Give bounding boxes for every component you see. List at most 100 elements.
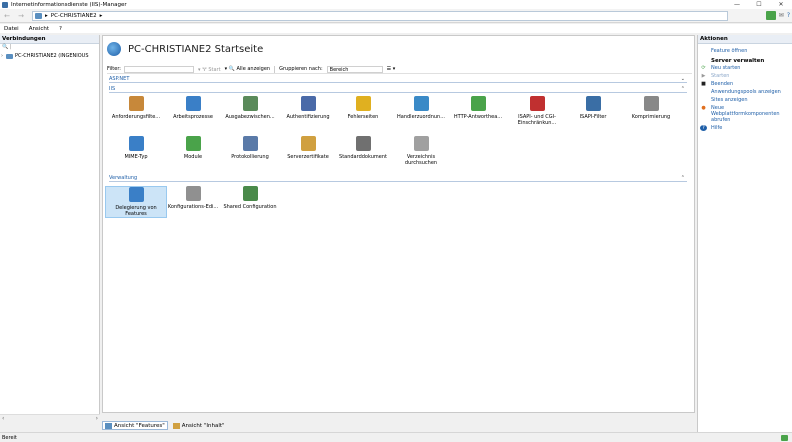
feature-label: Module	[183, 154, 203, 160]
feature-label: Authentifizierung	[286, 114, 330, 120]
back-button[interactable]: ←	[0, 11, 14, 21]
filter-bar: Filter: ▾ 🝖 Start ▾ 🔍 Alle anzeigen Grup…	[107, 65, 692, 74]
feature-label: ISAPI-Filter	[579, 114, 607, 120]
breadcrumb-server[interactable]: PC-CHRISTIANE2	[51, 13, 97, 19]
tab-label: Ansicht "Features"	[114, 422, 165, 429]
stop-icon: ■	[701, 81, 706, 87]
feature-item[interactable]: HTTP-Antworthea...	[447, 96, 509, 120]
tab-content-view[interactable]: Ansicht "Inhalt"	[171, 421, 227, 430]
address-path[interactable]: ▸ PC-CHRISTIANE2 ▸	[32, 11, 728, 21]
expand-icon[interactable]: ⌄	[681, 76, 685, 82]
feature-item[interactable]: Fehlerseiten	[332, 96, 394, 120]
feature-item[interactable]: Standarddokument	[332, 136, 394, 160]
tree-item-server[interactable]: › PC-CHRISTIANE2 (INGENIOUS	[0, 52, 99, 60]
feature-item[interactable]: Protokollierung	[219, 136, 281, 160]
scroll-left-icon[interactable]: ‹	[2, 415, 4, 423]
server-icon	[35, 13, 42, 19]
feature-label: Komprimierung	[631, 114, 671, 120]
feature-label: HTTP-Antworthea...	[453, 114, 503, 120]
group-aspnet[interactable]: ASP.NET ⌄	[109, 76, 687, 83]
modules-icon	[185, 136, 201, 151]
output-caching-icon	[242, 96, 258, 111]
worker-processes-icon	[185, 96, 201, 111]
config-editor-icon	[185, 186, 201, 201]
feature-item[interactable]: MIME-Typ	[105, 136, 167, 160]
page-header: PC-CHRISTIANE2 Startseite	[107, 42, 263, 56]
group-iis[interactable]: IIS ⌃	[109, 86, 687, 93]
group-by-select[interactable]: Bereich	[326, 65, 383, 73]
feature-item[interactable]: ISAPI-Filter	[562, 96, 624, 120]
action-start[interactable]: ▶ Starten	[698, 73, 792, 79]
feature-item[interactable]: Komprimierung	[620, 96, 682, 120]
action-stop[interactable]: ■ Beenden	[698, 81, 792, 87]
feature-label: Verzeichnis durchsuchen	[404, 154, 438, 166]
mail-icon[interactable]: ✉	[779, 11, 784, 20]
breadcrumb-chevron[interactable]: ▸	[100, 13, 103, 19]
logging-icon	[242, 136, 258, 151]
feature-item[interactable]: Ausgabezwischen...	[219, 96, 281, 120]
action-view-sites[interactable]: Sites anzeigen	[698, 97, 792, 103]
action-view-app-pools[interactable]: Anwendungspools anzeigen	[698, 89, 792, 95]
group-verwaltung[interactable]: Verwaltung ⌃	[109, 175, 687, 182]
start-filter-button[interactable]: ▾ 🝖 Start	[198, 64, 221, 74]
features-view: PC-CHRISTIANE2 Startseite Filter: ▾ 🝖 St…	[102, 35, 695, 430]
iis-app-icon	[2, 1, 8, 8]
actions-panel: Aktionen Feature öffnen Server verwalten…	[697, 35, 792, 432]
show-all-button[interactable]: ▾ 🔍 Alle anzeigen	[225, 66, 271, 72]
feature-item[interactable]: ISAPI- und CGI-Einschränkun...	[506, 96, 568, 126]
action-open-feature[interactable]: Feature öffnen	[698, 48, 792, 54]
go-icon[interactable]	[765, 11, 776, 20]
feature-item[interactable]: Module	[162, 136, 224, 160]
title-bar: Internetinformationsdienste (IIS)-Manage…	[0, 0, 792, 9]
filter-input[interactable]	[123, 65, 194, 73]
feature-item[interactable]: Handlerzuordnun...	[390, 96, 452, 120]
action-label: Anwendungspools anzeigen	[711, 89, 781, 95]
web-platform-icon: ●	[701, 105, 706, 111]
breadcrumb-separator: ▸	[45, 13, 48, 19]
menu-help[interactable]: ?	[59, 26, 62, 32]
feature-item-selected[interactable]: Delegierung von Features	[105, 186, 167, 218]
help-icon[interactable]: ?	[787, 11, 790, 20]
feature-label: Fehlerseiten	[347, 114, 379, 120]
menu-view[interactable]: Ansicht	[29, 26, 49, 32]
connections-scrollbar[interactable]: ‹ ›	[0, 414, 100, 422]
menu-file[interactable]: Datei	[4, 26, 19, 32]
feature-item[interactable]: Authentifizierung	[277, 96, 339, 120]
start-icon: ▶	[701, 73, 706, 79]
isapi-cgi-icon	[529, 96, 545, 111]
compression-icon	[643, 96, 659, 111]
action-get-web-platform[interactable]: ● Neue Webplattformkomponenten abrufen	[698, 105, 792, 123]
collapse-icon[interactable]: ⌃	[681, 175, 685, 181]
connections-toolbar[interactable]: 🔍 |	[0, 44, 99, 52]
features-view-icon	[105, 422, 112, 429]
view-mode-button[interactable]: ☰ ▾	[387, 66, 396, 72]
action-restart[interactable]: ⟳ Neu starten	[698, 65, 792, 71]
feature-item[interactable]: Konfigurations-Edi...	[162, 186, 224, 210]
feature-item[interactable]: Shared Configuration	[219, 186, 281, 210]
action-help[interactable]: ? Hilfe	[698, 125, 792, 131]
connections-header: Verbindungen	[0, 35, 99, 44]
forward-button[interactable]: →	[14, 11, 28, 21]
action-label: Feature öffnen	[711, 48, 748, 54]
minimize-button[interactable]: —	[726, 0, 748, 9]
default-document-icon	[355, 136, 371, 151]
certificates-icon	[300, 136, 316, 151]
feature-item[interactable]: Serverzertifikate	[277, 136, 339, 160]
feature-item[interactable]: Anforderungsfilte...	[105, 96, 167, 120]
feature-label: Shared Configuration	[223, 204, 277, 210]
server-icon	[6, 53, 13, 59]
error-pages-icon	[355, 96, 371, 111]
feature-item[interactable]: Verzeichnis durchsuchen	[390, 136, 452, 166]
toolbar-divider	[274, 65, 276, 73]
scroll-right-icon[interactable]: ›	[96, 415, 98, 423]
tab-features-view[interactable]: Ansicht "Features"	[102, 421, 168, 430]
tree-item-label: PC-CHRISTIANE2 (INGENIOUS	[15, 53, 89, 59]
collapse-icon[interactable]: ⌃	[681, 86, 685, 92]
feature-label: Arbeitsprozesse	[173, 114, 213, 120]
maximize-button[interactable]: ☐	[748, 0, 770, 9]
close-button[interactable]: ✕	[770, 0, 792, 9]
feature-label: Standarddokument	[339, 154, 387, 160]
window-controls: — ☐ ✕	[726, 0, 792, 9]
feature-item[interactable]: Arbeitsprozesse	[162, 96, 224, 120]
action-label: Starten	[711, 73, 730, 79]
